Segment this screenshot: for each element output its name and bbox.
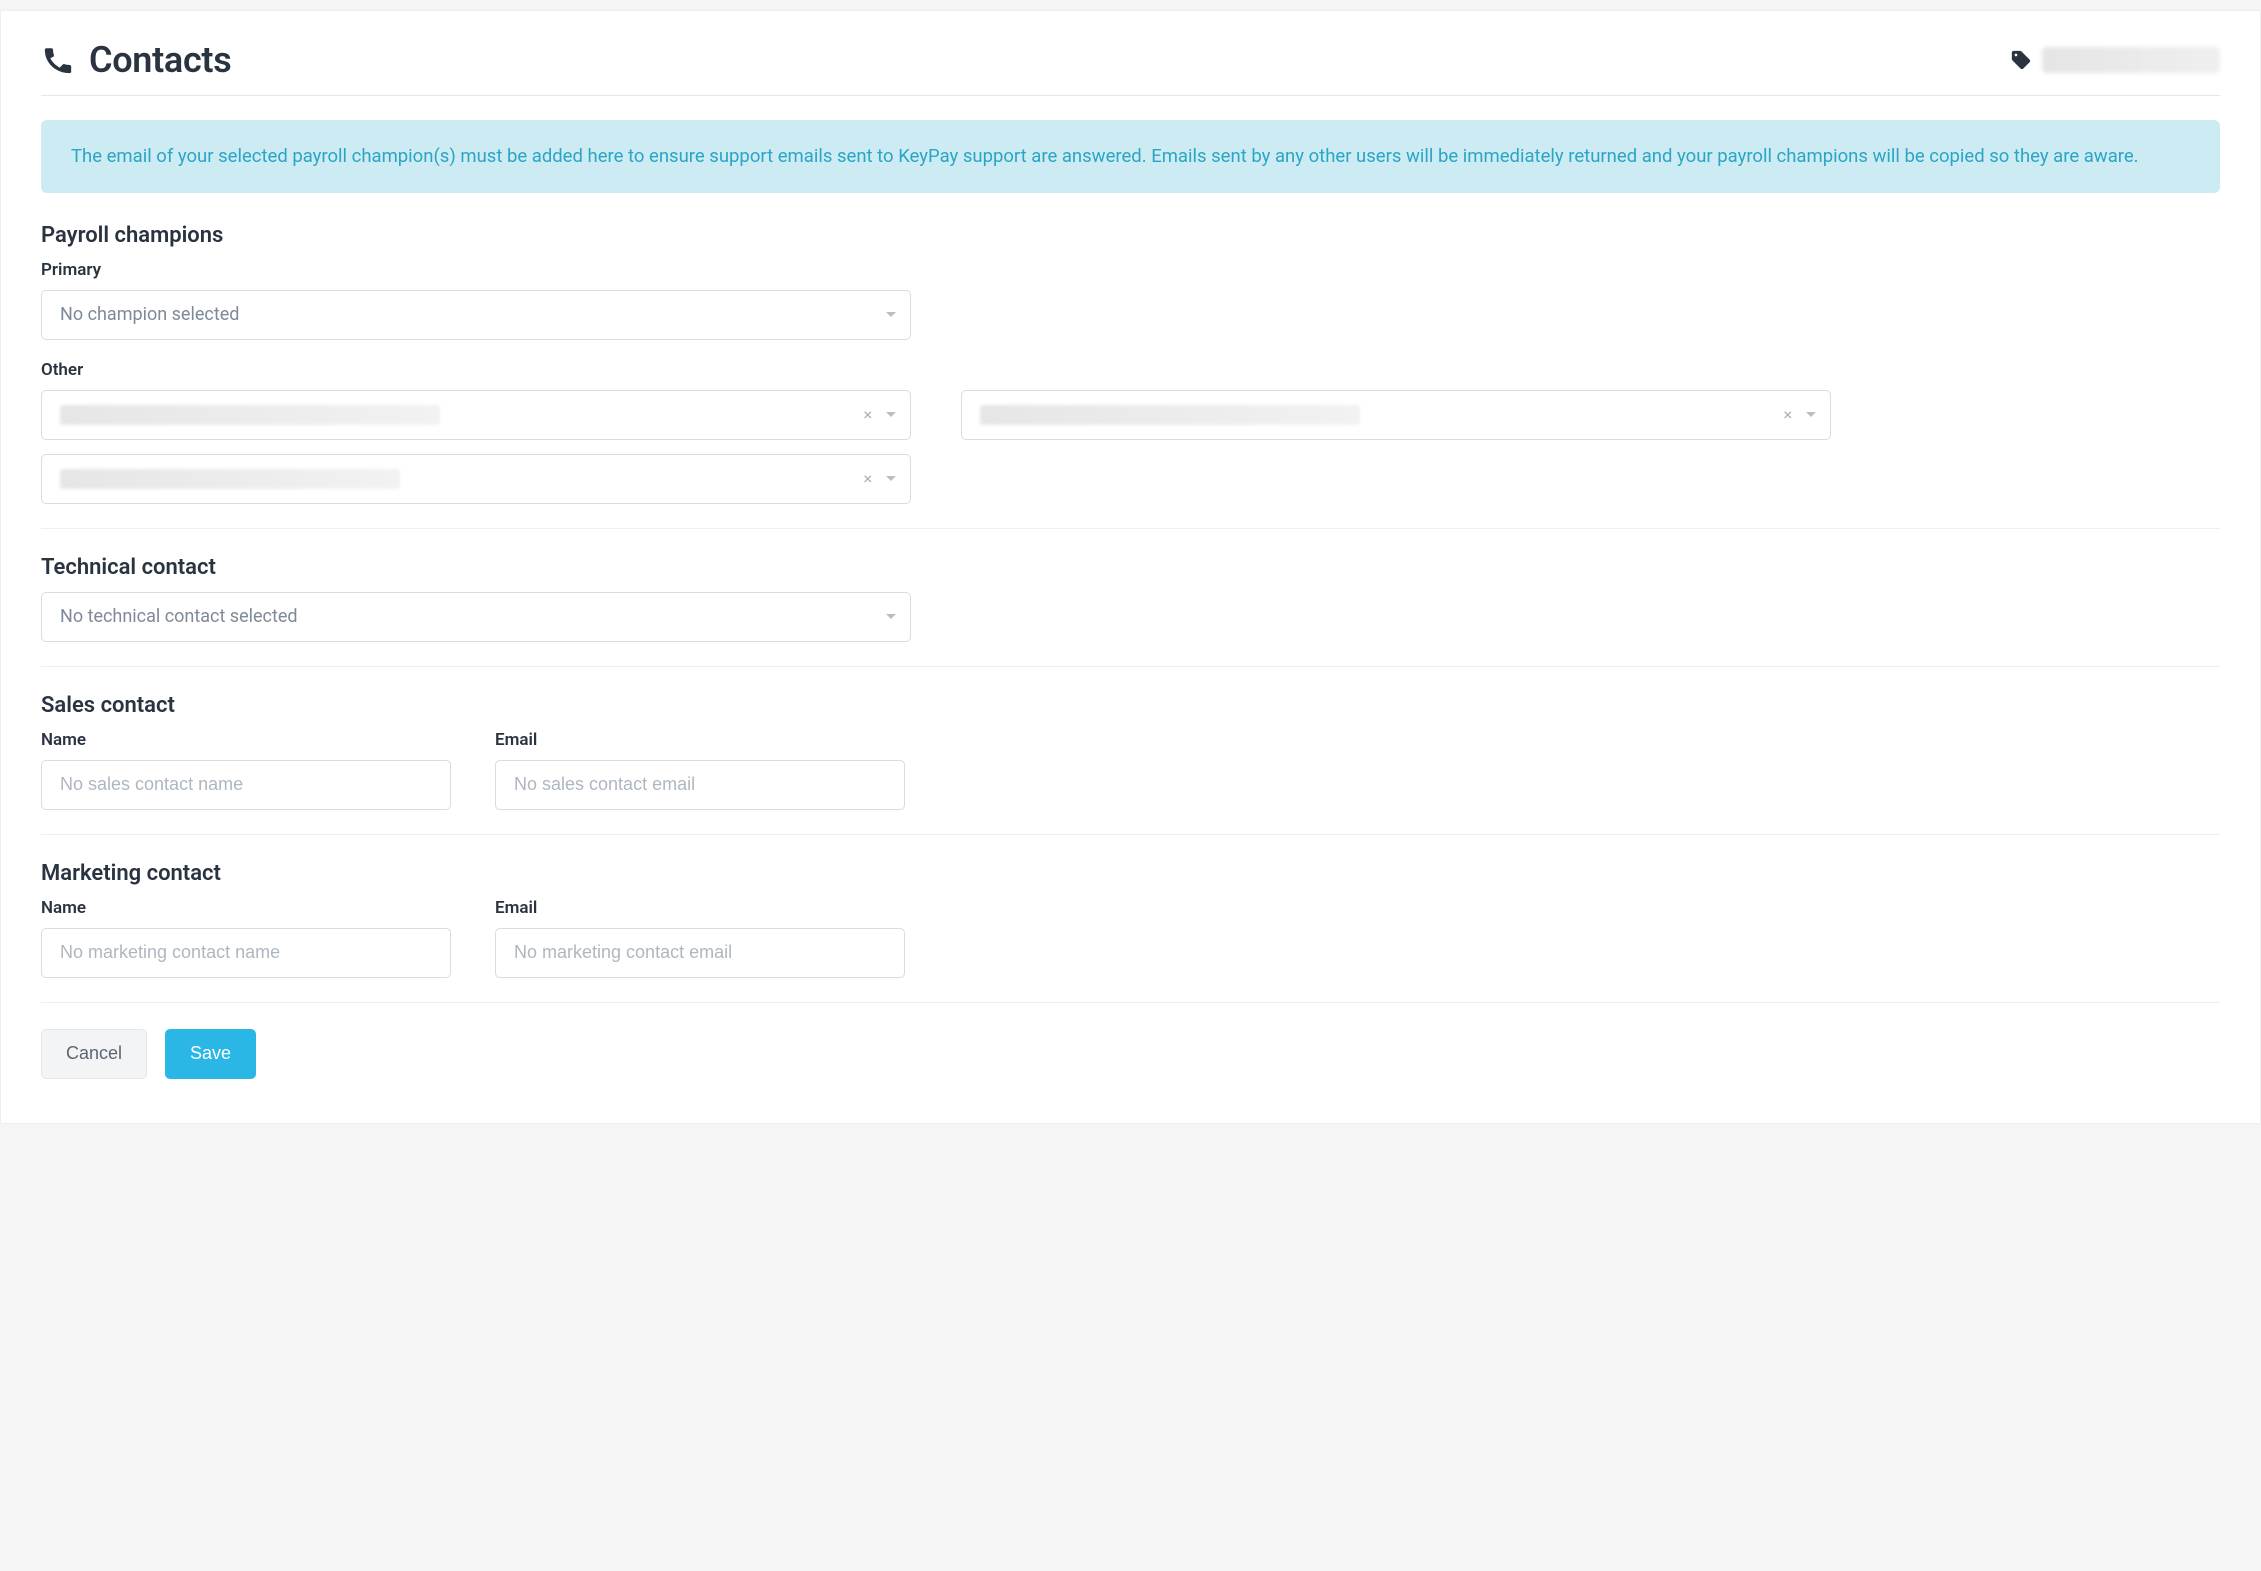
sales-email-input[interactable]: [495, 760, 905, 810]
tag-icon: [2010, 49, 2032, 71]
divider: [41, 834, 2220, 835]
marketing-name-label: Name: [41, 898, 451, 918]
other-champion-select-3[interactable]: ×: [41, 454, 911, 504]
marketing-contact-heading: Marketing contact: [41, 861, 2220, 886]
technical-contact-section: Technical contact No technical contact s…: [41, 555, 2220, 642]
marketing-email-input[interactable]: [495, 928, 905, 978]
header-tag-redacted: [2042, 47, 2220, 73]
primary-champion-select[interactable]: No champion selected: [41, 290, 911, 340]
chevron-down-icon: [886, 412, 896, 417]
clear-icon[interactable]: ×: [1779, 405, 1796, 425]
chevron-down-icon: [886, 312, 896, 317]
page-title: Contacts: [89, 39, 231, 81]
divider: [41, 528, 2220, 529]
clear-icon[interactable]: ×: [859, 469, 876, 489]
sales-contact-section: Sales contact Name Email: [41, 693, 2220, 810]
form-actions: Cancel Save: [41, 1029, 2220, 1079]
other-champions-row-2: ×: [41, 454, 2220, 504]
technical-contact-placeholder: No technical contact selected: [60, 606, 298, 627]
other-champion-select-2[interactable]: ×: [961, 390, 1831, 440]
chevron-down-icon: [886, 476, 896, 481]
sales-name-label: Name: [41, 730, 451, 750]
other-champion-1-redacted: [60, 405, 440, 425]
other-champion-2-redacted: [980, 405, 1360, 425]
chevron-down-icon: [1806, 412, 1816, 417]
payroll-champions-section: Payroll champions Primary No champion se…: [41, 223, 2220, 504]
primary-champion-placeholder: No champion selected: [60, 304, 239, 325]
marketing-contact-section: Marketing contact Name Email: [41, 861, 2220, 978]
header-tag-area: [2010, 47, 2220, 73]
technical-contact-heading: Technical contact: [41, 555, 2220, 580]
sales-email-label: Email: [495, 730, 905, 750]
info-banner: The email of your selected payroll champ…: [41, 120, 2220, 193]
divider: [41, 1002, 2220, 1003]
other-champion-3-redacted: [60, 469, 400, 489]
sales-name-input[interactable]: [41, 760, 451, 810]
page-title-group: Contacts: [41, 39, 231, 81]
save-button[interactable]: Save: [165, 1029, 256, 1079]
divider: [41, 666, 2220, 667]
other-label: Other: [41, 360, 2220, 380]
other-champion-select-1[interactable]: ×: [41, 390, 911, 440]
sales-contact-heading: Sales contact: [41, 693, 2220, 718]
other-champions-row-1: × ×: [41, 390, 2220, 440]
primary-label: Primary: [41, 260, 2220, 280]
cancel-button[interactable]: Cancel: [41, 1029, 147, 1079]
phone-icon: [41, 43, 75, 77]
technical-contact-select[interactable]: No technical contact selected: [41, 592, 911, 642]
payroll-champions-heading: Payroll champions: [41, 223, 2220, 248]
clear-icon[interactable]: ×: [859, 405, 876, 425]
card-header: Contacts: [41, 39, 2220, 96]
contacts-card: Contacts The email of your selected payr…: [0, 10, 2261, 1124]
marketing-name-input[interactable]: [41, 928, 451, 978]
chevron-down-icon: [886, 614, 896, 619]
marketing-email-label: Email: [495, 898, 905, 918]
